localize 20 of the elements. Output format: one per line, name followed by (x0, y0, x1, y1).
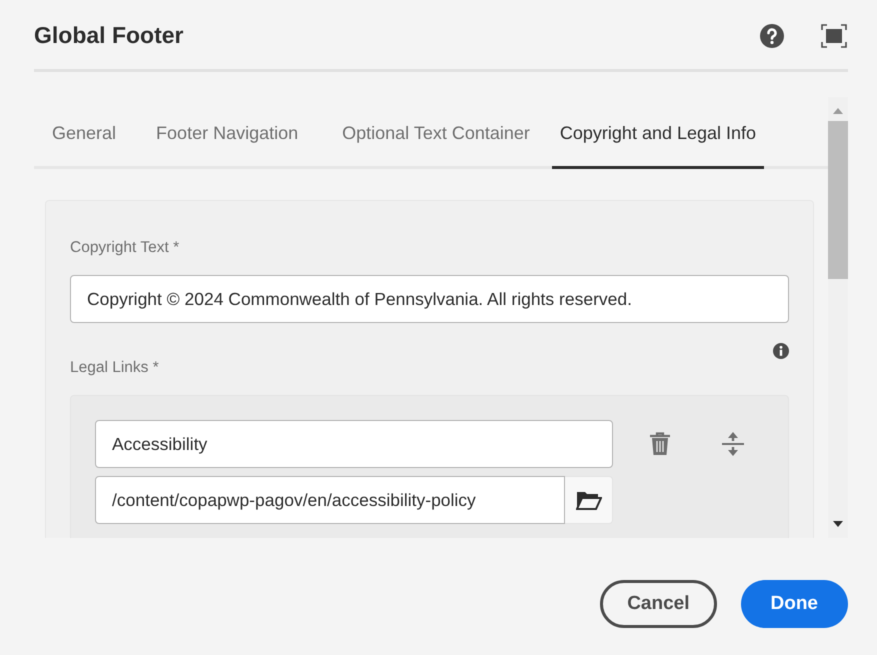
tab[interactable]: Copyright and Legal Info (552, 97, 764, 169)
field-label: Legal Links * (70, 359, 160, 377)
reorder-icon[interactable] (721, 431, 745, 457)
cancel-button[interactable]: Cancel (600, 580, 716, 628)
info-icon[interactable] (773, 343, 789, 359)
help-icon[interactable] (758, 22, 786, 50)
input-field[interactable]: Accessibility (95, 420, 613, 468)
scrollbar[interactable] (828, 97, 848, 538)
path-field[interactable]: /content/copapwp-pagov/en/accessibility-policy (95, 476, 565, 524)
tab[interactable]: General (44, 97, 124, 169)
tab[interactable]: Footer Navigation (148, 97, 306, 169)
field-label: Copyright Text * (70, 239, 180, 257)
input-field[interactable]: Copyright © 2024 Commonwealth of Pennsylvania. All rights reserved. (70, 275, 789, 323)
tab[interactable]: Optional Text Container (334, 97, 538, 169)
trash-icon[interactable] (649, 432, 671, 456)
fullscreen-icon[interactable] (820, 22, 848, 50)
done-button[interactable]: Done (740, 580, 848, 628)
dialog-title: Global Footer (34, 22, 184, 49)
scroll-down-icon[interactable] (833, 521, 843, 527)
folder-icon[interactable] (565, 476, 613, 524)
